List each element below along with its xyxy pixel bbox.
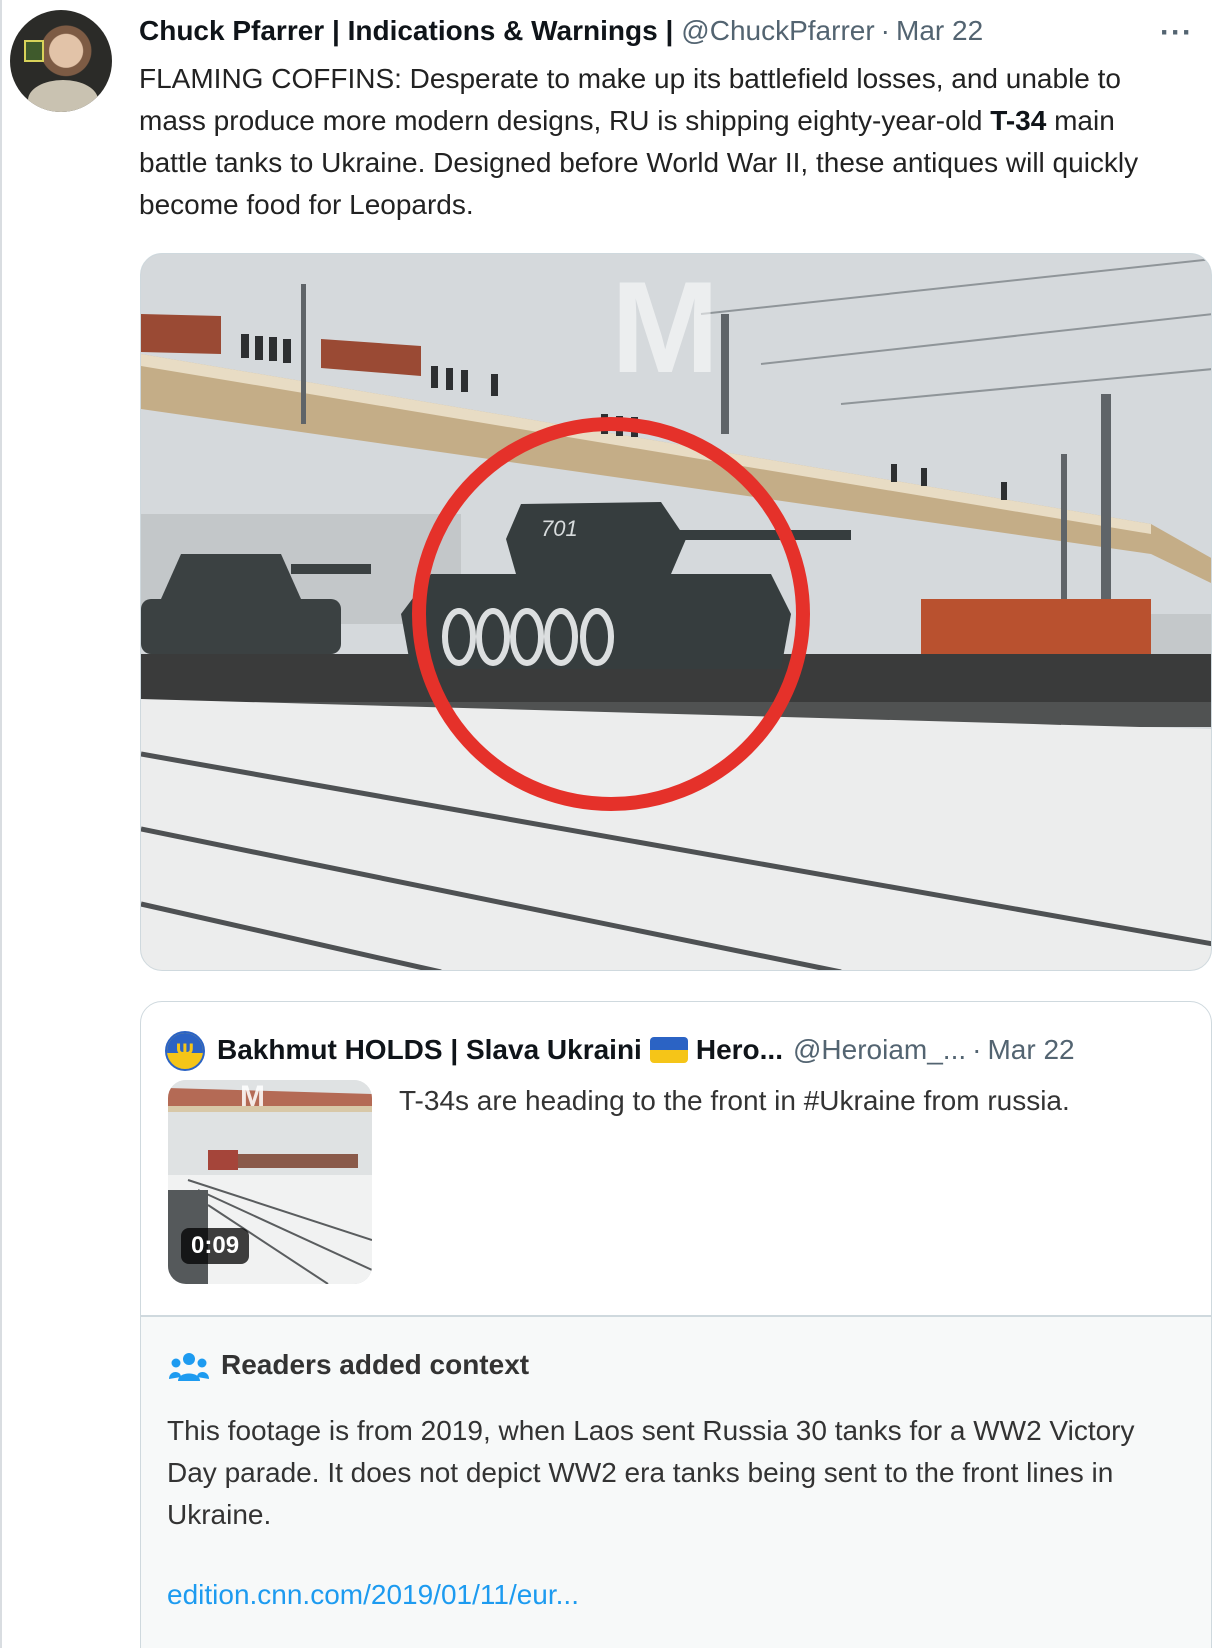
context-title: Readers added context [221,1349,530,1380]
tweet-header: Chuck Pfarrer | Indications & Warnings |… [139,12,1139,50]
context-text: This footage is from 2019, when Laos sen… [167,1415,1135,1530]
context-source-link[interactable]: edition.cnn.com/2019/01/11/eur... [167,1579,579,1611]
author-avatar[interactable] [10,10,112,112]
more-options-icon[interactable]: ··· [1160,16,1193,50]
quoted-tweet[interactable]: Ψ Bakhmut HOLDS | Slava Ukraini Hero... … [140,1001,1212,1648]
people-icon [169,1353,209,1381]
quote-header: Bakhmut HOLDS | Slava Ukraini Hero... @H… [217,1030,1197,1070]
tank-marking: 701 [541,516,578,541]
train-scene-image: 701 M [141,254,1211,970]
avatar-shirt [28,80,98,112]
avatar-patch [24,40,44,62]
trident-icon: Ψ [176,1039,194,1064]
tweet-text-part1: FLAMING COFFINS: Desperate to make up it… [139,63,1121,136]
tweet-date[interactable]: Mar 22 [896,15,983,47]
author-handle[interactable]: @ChuckPfarrer [681,15,874,47]
quote-separator: · [972,1034,982,1065]
tweet-text: FLAMING COFFINS: Desperate to make up it… [139,58,1189,226]
thumbnail-watermark: M [240,1080,265,1113]
quote-date[interactable]: Mar 22 [987,1034,1074,1066]
video-duration: 0:09 [181,1228,250,1264]
community-note: Readers added context This footage is fr… [141,1315,1211,1648]
ukraine-flag-icon [649,1037,688,1063]
left-border [0,0,2,1648]
quote-author-name-suffix[interactable]: Hero... [696,1034,783,1066]
quote-author-name[interactable]: Bakhmut HOLDS | Slava Ukraini [217,1034,642,1066]
author-name[interactable]: Chuck Pfarrer | Indications & Warnings | [139,15,673,47]
video-watermark: M [611,254,719,400]
tweet-media[interactable]: 701 M [140,253,1212,971]
quote-author-avatar[interactable]: Ψ [165,1031,205,1071]
quote-author-handle[interactable]: @Heroiam_... [793,1034,966,1066]
quote-text: T-34s are heading to the front in #Ukrai… [399,1085,1070,1116]
tweet-text-bold: T-34 [990,105,1047,136]
header-separator: · [880,15,890,46]
